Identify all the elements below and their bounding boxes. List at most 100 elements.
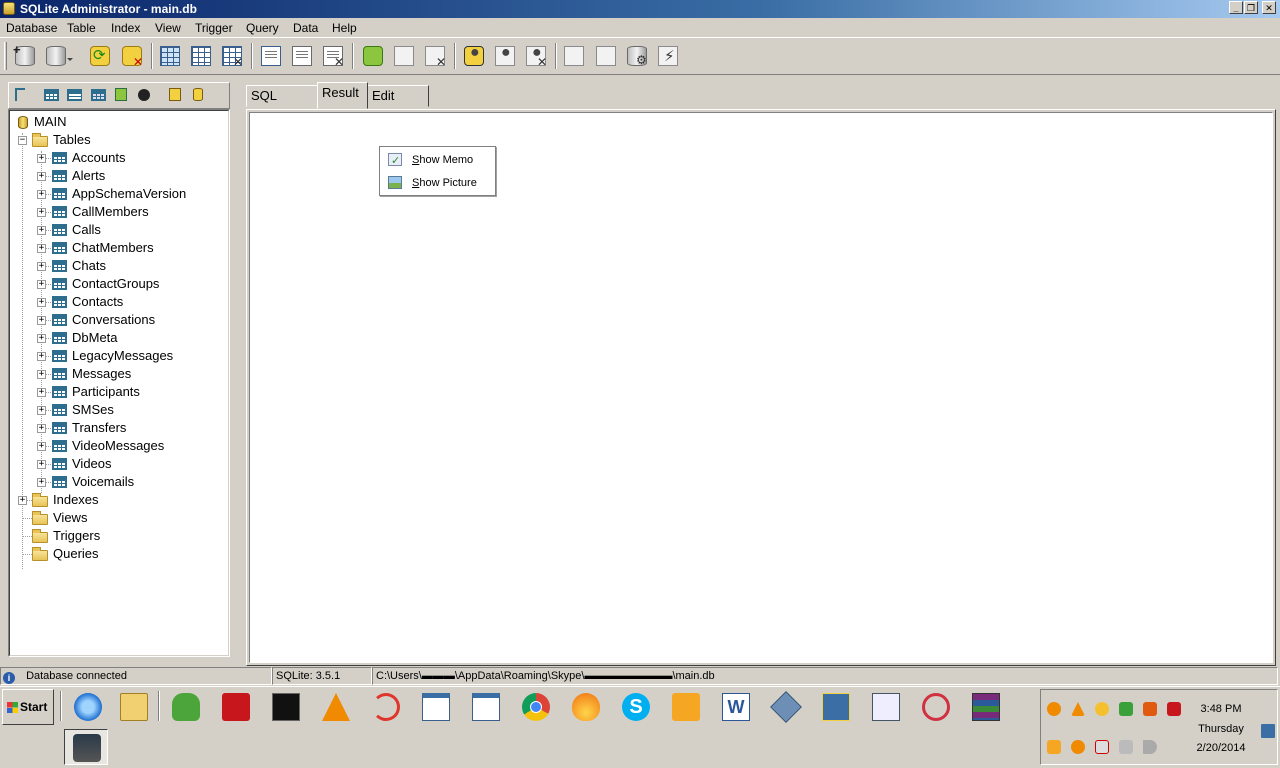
toolbar-grip[interactable] (4, 42, 7, 70)
expand-icon[interactable]: + (37, 334, 46, 343)
views-filter-button[interactable] (90, 87, 106, 103)
edit-table-button[interactable] (188, 42, 214, 70)
tree-folder-tables[interactable]: − Tables (10, 131, 220, 149)
tree-table-item[interactable]: + Participants (10, 383, 220, 401)
expand-icon[interactable]: + (37, 478, 46, 487)
taskbar-window-2[interactable] (464, 689, 508, 725)
menu-index[interactable]: Index (111, 21, 140, 35)
tree-folder-triggers[interactable]: Triggers (10, 527, 220, 545)
tree-table-item[interactable]: + Calls (10, 221, 220, 239)
tree-table-item[interactable]: + VideoMessages (10, 437, 220, 455)
tree-folder-queries[interactable]: Queries (10, 545, 220, 563)
tray-time[interactable]: 3:48 PM (1186, 703, 1256, 715)
taskbar-outlook[interactable] (664, 689, 708, 725)
tray-flame-icon[interactable] (1071, 740, 1085, 754)
tree-table-item[interactable]: + Voicemails (10, 473, 220, 491)
open-database-button[interactable] (43, 42, 73, 70)
tree-table-item[interactable]: + Messages (10, 365, 220, 383)
tray-acrobat-icon[interactable] (1167, 702, 1181, 716)
tray-device-icon[interactable] (1119, 740, 1133, 754)
new-database-button[interactable]: + (12, 42, 38, 70)
tree-folder-views[interactable]: Views (10, 509, 220, 527)
taskbar-sqlite-admin[interactable] (64, 729, 108, 765)
tree-table-item[interactable]: + Videos (10, 455, 220, 473)
taskbar-java[interactable] (364, 689, 408, 725)
show-desktop-icon[interactable] (1261, 724, 1275, 738)
expand-icon[interactable]: + (37, 442, 46, 451)
taskbar-notepad[interactable] (864, 689, 908, 725)
tree-table-item[interactable]: + CallMembers (10, 203, 220, 221)
expand-icon[interactable]: + (37, 280, 46, 289)
execute-button[interactable]: ⚡ (655, 42, 681, 70)
expand-icon[interactable]: + (37, 172, 46, 181)
expand-icon[interactable]: + (37, 208, 46, 217)
taskbar-explorer[interactable] (112, 689, 156, 725)
create-view-button[interactable] (360, 42, 386, 70)
tree-table-item[interactable]: + ContactGroups (10, 275, 220, 293)
export-button[interactable] (561, 42, 587, 70)
taskbar-snipping[interactable] (914, 689, 958, 725)
tree-folder-indexes[interactable]: + Indexes (10, 491, 220, 509)
create-trigger-button[interactable]: ● (461, 42, 487, 70)
start-button[interactable]: Start (2, 689, 54, 725)
expand-icon[interactable]: + (37, 460, 46, 469)
taskbar-tools[interactable] (814, 689, 858, 725)
menu-query[interactable]: Query (246, 21, 279, 35)
settings-button[interactable]: ⚙ (624, 42, 650, 70)
create-table-button[interactable] (157, 42, 183, 70)
tree-table-item[interactable]: + LegacyMessages (10, 347, 220, 365)
menu-data[interactable]: Data (293, 21, 318, 35)
taskbar-virtualbox[interactable] (764, 689, 808, 725)
refresh-database-button[interactable]: ⟳ (87, 42, 113, 70)
expand-icon[interactable]: + (37, 190, 46, 199)
taskbar-internet-explorer[interactable] (66, 689, 110, 725)
tree-table-item[interactable]: + DbMeta (10, 329, 220, 347)
tree-table-item[interactable]: + SMSes (10, 401, 220, 419)
expand-icon[interactable]: + (37, 388, 46, 397)
delete-view-button[interactable]: ✕ (422, 42, 448, 70)
triggers-filter-button[interactable] (113, 87, 129, 103)
tray-vlc-icon[interactable] (1071, 702, 1085, 716)
menu-help[interactable]: Help (332, 21, 357, 35)
show-picture-item[interactable]: Show Picture (382, 173, 493, 193)
tree-table-item[interactable]: + Chats (10, 257, 220, 275)
close-button[interactable]: ✕ (1262, 1, 1276, 14)
taskbar-skype[interactable]: S (614, 689, 658, 725)
menu-view[interactable]: View (155, 21, 181, 35)
tree-table-item[interactable]: + Transfers (10, 419, 220, 437)
tray-firefox-icon[interactable] (1047, 702, 1061, 716)
taskbar-python[interactable] (164, 689, 208, 725)
tray-outlook-icon[interactable] (1047, 740, 1061, 754)
menu-database[interactable]: Database (6, 21, 57, 35)
collapse-icon[interactable]: − (18, 136, 27, 145)
edit-index-button[interactable] (289, 42, 315, 70)
import-button[interactable] (593, 42, 619, 70)
taskbar-acrobat[interactable] (214, 689, 258, 725)
taskbar-vlc[interactable] (314, 689, 358, 725)
expand-icon[interactable]: + (37, 226, 46, 235)
tree-table-item[interactable]: + AppSchemaVersion (10, 185, 220, 203)
expand-icon[interactable]: + (37, 316, 46, 325)
indexes-filter-button[interactable] (66, 87, 82, 103)
taskbar-word[interactable]: W (714, 689, 758, 725)
expand-icon[interactable]: + (18, 496, 27, 505)
expand-icon[interactable]: + (37, 424, 46, 433)
database-info-button[interactable] (190, 87, 206, 103)
queries-filter-button[interactable] (136, 87, 152, 103)
expand-icon[interactable]: + (37, 370, 46, 379)
taskbar-window-1[interactable] (414, 689, 458, 725)
tab-result[interactable]: Result (317, 82, 368, 109)
show-memo-item[interactable]: ✓ Show Memo (382, 150, 493, 170)
tree-table-item[interactable]: + Accounts (10, 149, 220, 167)
tab-edit-data[interactable]: Edit Data (367, 85, 429, 123)
tree-table-item[interactable]: + Alerts (10, 167, 220, 185)
create-index-button[interactable] (258, 42, 284, 70)
expand-icon[interactable]: + (37, 262, 46, 271)
taskbar-chrome[interactable] (514, 689, 558, 725)
expand-icon[interactable]: + (37, 154, 46, 163)
taskbar-firefox[interactable] (564, 689, 608, 725)
tray-app-icon[interactable] (1143, 702, 1157, 716)
minimize-button[interactable]: _ (1229, 1, 1243, 14)
taskbar-winrar[interactable] (964, 689, 1008, 725)
expand-icon[interactable]: + (37, 352, 46, 361)
